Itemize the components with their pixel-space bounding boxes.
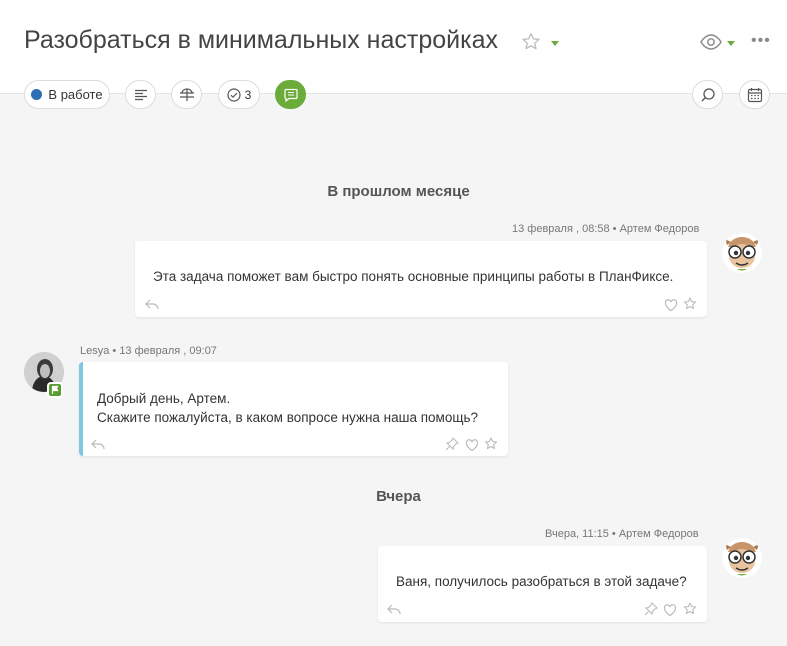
message-card: Добрый день, Артем. Скажите пожалуйста, … <box>79 362 508 456</box>
message-meta: Вчера, 11:15 • Артем Федоров <box>545 528 699 540</box>
more-icon[interactable]: ••• <box>751 33 771 49</box>
message-meta: Lesya • 13 февраля , 09:07 <box>80 345 217 357</box>
description-icon <box>134 89 147 100</box>
status-label: В работе <box>48 87 103 102</box>
avatar-badge <box>47 382 63 398</box>
task-title: Разобраться в минимальных настройках <box>24 26 498 54</box>
date-group-label: Вчера <box>376 488 421 505</box>
checklist-count: 3 <box>244 87 252 102</box>
heart-icon[interactable] <box>465 438 479 452</box>
calendar-button[interactable] <box>739 80 770 109</box>
avatar <box>722 538 762 578</box>
pin-icon[interactable] <box>644 602 658 616</box>
reply-icon[interactable] <box>387 604 401 616</box>
message-card: Эта задача поможет вам быстро понять осн… <box>135 241 707 317</box>
avatar <box>722 233 762 273</box>
fields-button[interactable] <box>171 80 202 109</box>
checklist-button[interactable]: 3 <box>218 80 260 109</box>
cartoon-avatar-icon <box>722 233 762 273</box>
reply-icon[interactable] <box>91 439 105 451</box>
date-group-label: В прошлом месяце <box>327 183 470 200</box>
description-button[interactable] <box>125 80 156 109</box>
status-dot <box>31 89 43 100</box>
comments-icon <box>283 88 298 102</box>
checklist-icon <box>227 87 241 102</box>
reply-icon[interactable] <box>145 299 159 311</box>
title-chevron-down-icon[interactable] <box>551 41 559 46</box>
star-icon[interactable] <box>520 31 542 53</box>
star-icon[interactable] <box>484 437 498 451</box>
comments-button[interactable] <box>275 80 306 109</box>
status-button[interactable]: В работе <box>24 80 110 109</box>
message-meta: 13 февраля , 08:58 • Артем Федоров <box>512 223 700 235</box>
message-text: Скажите пожалуйста, в каком вопросе нужн… <box>97 410 478 425</box>
search-button[interactable] <box>692 80 723 109</box>
message-card: Ваня, получилось разобраться в этой зада… <box>378 546 707 622</box>
flag-icon <box>51 385 59 394</box>
eye-chevron-down-icon[interactable] <box>727 41 735 46</box>
eye-icon[interactable] <box>699 31 723 53</box>
star-icon[interactable] <box>683 297 697 311</box>
fields-icon <box>179 87 194 101</box>
message-text: Ваня, получилось разобраться в этой зада… <box>396 574 687 589</box>
calendar-icon <box>747 87 762 102</box>
message-text: Эта задача поможет вам быстро понять осн… <box>153 269 674 284</box>
search-icon <box>701 87 715 101</box>
heart-icon[interactable] <box>664 298 678 312</box>
message-text: Добрый день, Артем. <box>97 391 231 406</box>
star-icon[interactable] <box>683 602 697 616</box>
cartoon-avatar-icon <box>722 538 762 578</box>
pin-icon[interactable] <box>445 437 459 451</box>
heart-icon[interactable] <box>663 603 677 617</box>
task-header: Разобраться в минимальных настройках ••• <box>0 0 787 94</box>
